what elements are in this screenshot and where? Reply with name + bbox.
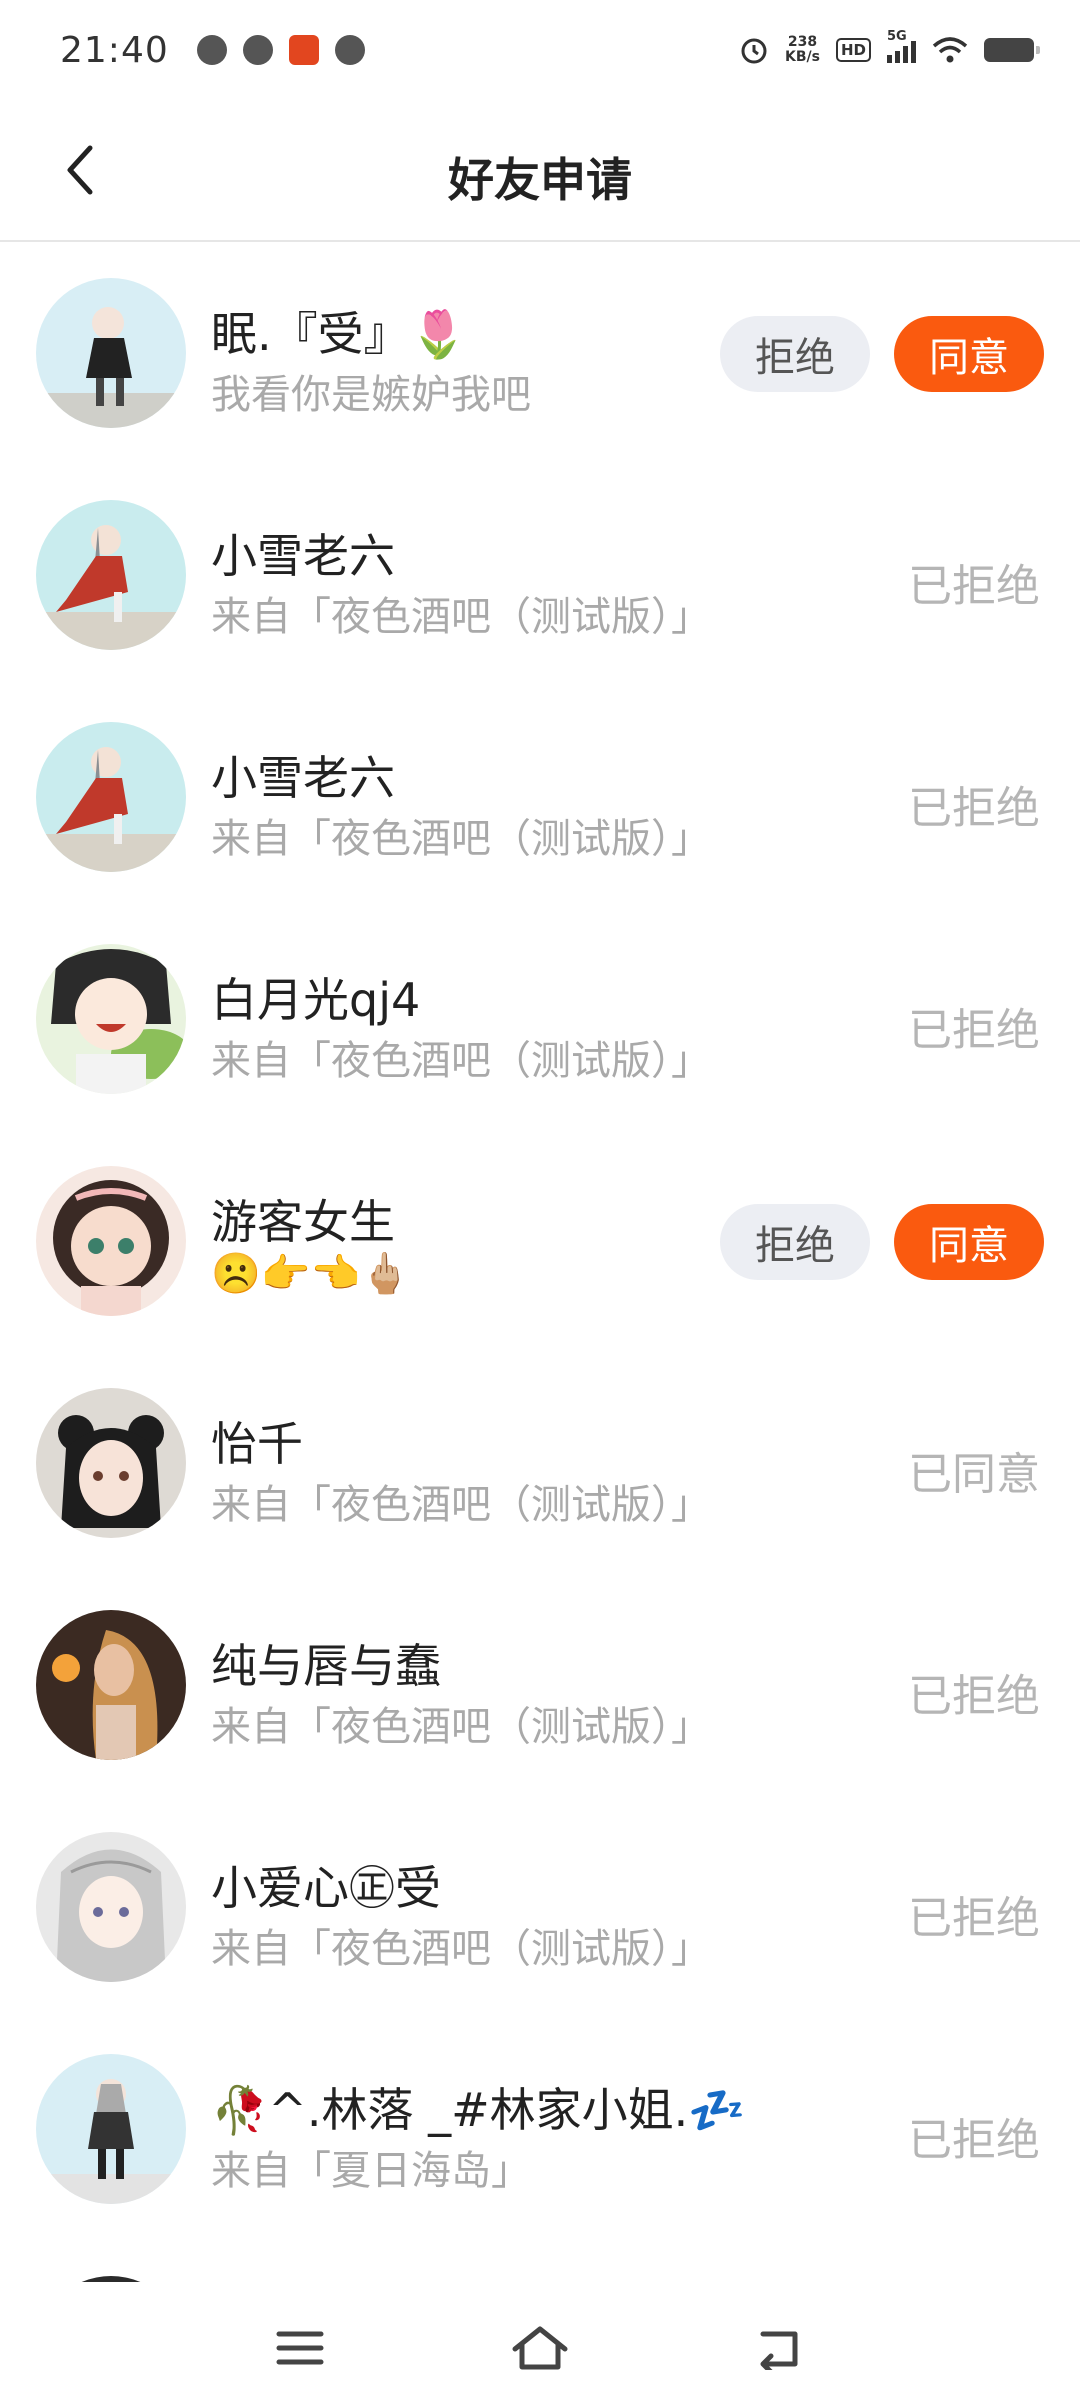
home-icon — [512, 2326, 568, 2370]
request-status: 已拒绝 — [908, 2115, 1040, 2166]
avatar[interactable] — [36, 2054, 186, 2204]
request-row: 小雪老六 来自「夜色酒吧（测试版）」 已拒绝 — [0, 688, 1080, 910]
avatar[interactable] — [36, 1388, 186, 1538]
menu-button[interactable] — [260, 2308, 340, 2388]
avatar[interactable] — [36, 1832, 186, 1982]
request-status: 已拒绝 — [908, 783, 1040, 834]
request-row: 纯与唇与蠢 来自「夜色酒吧（测试版）」 已拒绝 — [0, 1576, 1080, 1798]
request-row — [0, 2242, 1080, 2282]
request-source: 来自「夜色酒吧（测试版）」 — [211, 816, 711, 862]
request-source: 来自「夜色酒吧（测试版）」 — [211, 594, 711, 640]
app-notification-icon — [196, 35, 227, 65]
status-bar: 21:40 238 KB/s HD 5G — [0, 0, 1080, 100]
requester-name: 眠.『受』🌷 — [211, 307, 467, 361]
app-header: 好友申请 — [0, 100, 1080, 242]
status-right: 238 KB/s HD 5G — [739, 29, 1040, 65]
request-message: ☹️👉👈🖕🏼 — [211, 1251, 411, 1297]
page-title: 好友申请 — [448, 153, 632, 207]
request-row: 眠.『受』🌷 我看你是嫉妒我吧 拒绝 同意 — [0, 244, 1080, 466]
wechat-icon — [242, 35, 273, 65]
avatar[interactable] — [36, 1610, 186, 1760]
requester-name: 小雪老六 — [211, 529, 395, 583]
requester-name: 怡千 — [211, 1417, 303, 1471]
back-arrow-icon — [760, 2331, 798, 2370]
avatar[interactable] — [36, 2276, 186, 2282]
network-type: 5G — [887, 29, 907, 44]
avatar[interactable] — [36, 278, 186, 428]
requester-name: 小雪老六 — [211, 751, 395, 805]
request-row: 怡千 来自「夜色酒吧（测试版）」 已同意 — [0, 1354, 1080, 1576]
accept-button[interactable]: 同意 — [894, 316, 1044, 392]
accept-button[interactable]: 同意 — [894, 1204, 1044, 1280]
requester-name: 游客女生 — [211, 1195, 395, 1249]
reject-button[interactable]: 拒绝 — [720, 1204, 870, 1280]
wifi-icon — [932, 37, 968, 63]
battery-icon — [984, 38, 1040, 62]
friend-request-list: 眠.『受』🌷 我看你是嫉妒我吧 拒绝 同意 小雪老六 来自「夜色酒吧（测试版）」… — [0, 244, 1080, 2282]
network-speed: 238 KB/s — [785, 35, 820, 65]
avatar[interactable] — [36, 1166, 186, 1316]
request-source: 来自「夜色酒吧（测试版）」 — [211, 1704, 711, 1750]
avatar[interactable] — [36, 944, 186, 1094]
game-notification-icon — [288, 35, 319, 65]
request-status: 已拒绝 — [908, 1671, 1040, 1722]
avatar[interactable] — [36, 722, 186, 872]
network-speed-value: 238 — [787, 34, 818, 50]
request-status: 已拒绝 — [908, 1893, 1040, 1944]
request-source: 来自「夜色酒吧（测试版）」 — [211, 1038, 711, 1084]
avatar[interactable] — [36, 500, 186, 650]
reject-button[interactable]: 拒绝 — [720, 316, 870, 392]
requester-name: 小爱心㊣受 — [211, 1861, 441, 1915]
request-row: 小雪老六 来自「夜色酒吧（测试版）」 已拒绝 — [0, 466, 1080, 688]
status-time: 21:40 — [60, 29, 169, 71]
request-status: 已同意 — [908, 1449, 1040, 1500]
signal-icon: 5G — [887, 29, 916, 63]
requester-name: 白月光qj4 — [211, 973, 421, 1027]
request-source: 来自「夜色酒吧（测试版）」 — [211, 1926, 711, 1972]
request-row: 游客女生 ☹️👉👈🖕🏼 拒绝 同意 — [0, 1132, 1080, 1354]
network-speed-unit: KB/s — [785, 49, 820, 65]
request-source: 来自「夜色酒吧（测试版）」 — [211, 1482, 711, 1528]
requester-name: 🥀^.林落 _#林家小姐.💤 — [211, 2083, 746, 2137]
home-button[interactable] — [500, 2308, 580, 2388]
alarm-icon — [741, 38, 767, 64]
request-row: 🥀^.林落 _#林家小姐.💤 来自「夏日海岛」 已拒绝 — [0, 2020, 1080, 2242]
sound-notification-icon — [334, 35, 365, 65]
system-back-button[interactable] — [740, 2308, 820, 2388]
request-status: 已拒绝 — [908, 1005, 1040, 1056]
system-nav-bar — [0, 2298, 1080, 2408]
status-left: 21:40 — [60, 30, 365, 71]
request-source: 来自「夏日海岛」 — [211, 2148, 531, 2194]
request-message: 我看你是嫉妒我吧 — [211, 372, 531, 418]
menu-icon — [276, 2331, 324, 2365]
request-row: 白月光qj4 来自「夜色酒吧（测试版）」 已拒绝 — [0, 910, 1080, 1132]
request-row: 小爱心㊣受 来自「夜色酒吧（测试版）」 已拒绝 — [0, 1798, 1080, 2020]
hd-badge: HD — [835, 38, 871, 62]
request-status: 已拒绝 — [908, 561, 1040, 612]
requester-name: 纯与唇与蠢 — [211, 1639, 441, 1693]
